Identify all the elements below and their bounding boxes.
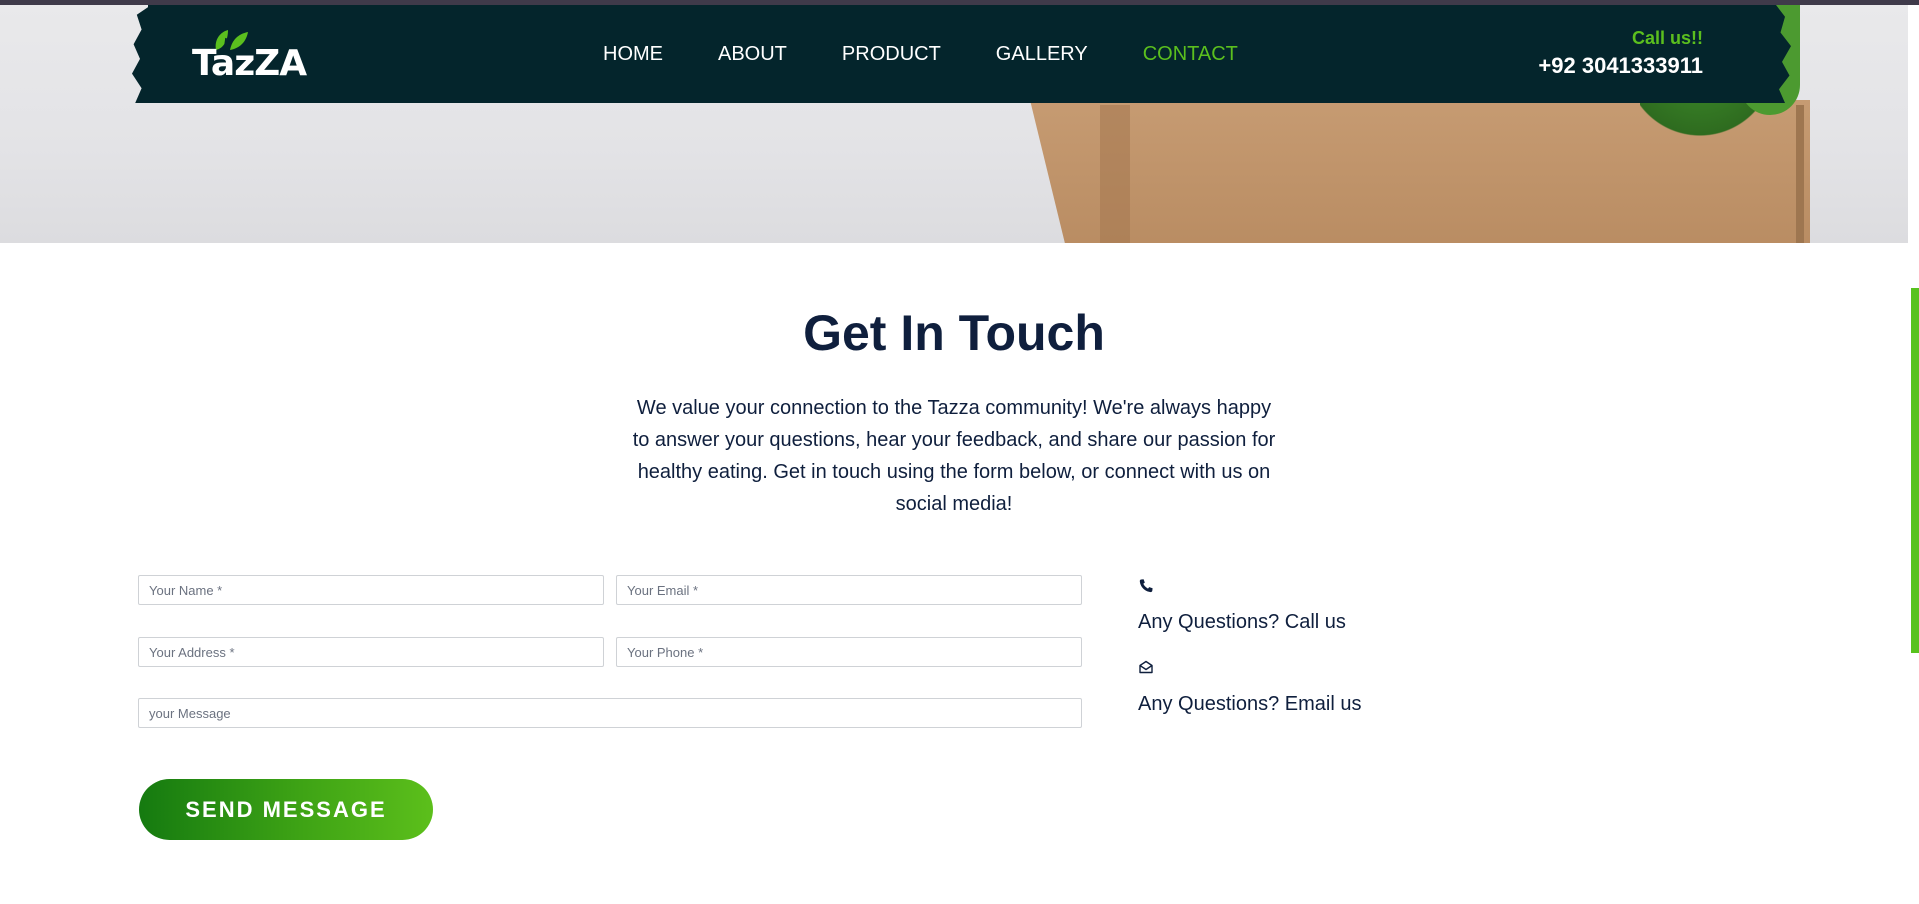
call-us-label: Call us!! xyxy=(1631,28,1703,48)
nav-item-contact[interactable]: CONTACT xyxy=(1143,42,1238,66)
page-title: Get In Touch xyxy=(803,305,1105,361)
header-phone-number[interactable]: +92 3041333911 xyxy=(1538,53,1703,79)
envelope-open-icon xyxy=(1139,660,1153,674)
send-message-button[interactable]: SEND MESSAGE xyxy=(139,779,433,840)
paper-bag-edge xyxy=(1796,105,1804,243)
paper-bag-fold xyxy=(1100,105,1130,243)
name-input[interactable] xyxy=(138,575,604,605)
phone-icon xyxy=(1139,579,1153,593)
address-input[interactable] xyxy=(138,637,604,667)
intro-text: We value your connection to the Tazza co… xyxy=(632,397,1276,515)
nav-item-about[interactable]: ABOUT xyxy=(718,42,787,66)
nav-item-home[interactable]: HOME xyxy=(603,42,663,66)
email-input[interactable] xyxy=(616,575,1082,605)
logo-text: TazZA xyxy=(192,43,307,84)
main-nav: HOME ABOUT PRODUCT GALLERY CONTACT xyxy=(603,42,1293,66)
phone-input[interactable] xyxy=(616,637,1082,667)
side-accent-bar xyxy=(1911,288,1919,653)
message-input[interactable] xyxy=(138,698,1082,728)
nav-item-gallery[interactable]: GALLERY xyxy=(996,42,1088,66)
nav-item-product[interactable]: PRODUCT xyxy=(842,42,941,66)
logo[interactable]: TazZA xyxy=(192,40,307,84)
call-us-text: Any Questions? Call us xyxy=(1138,611,1346,633)
email-us-text: Any Questions? Email us xyxy=(1138,693,1362,715)
